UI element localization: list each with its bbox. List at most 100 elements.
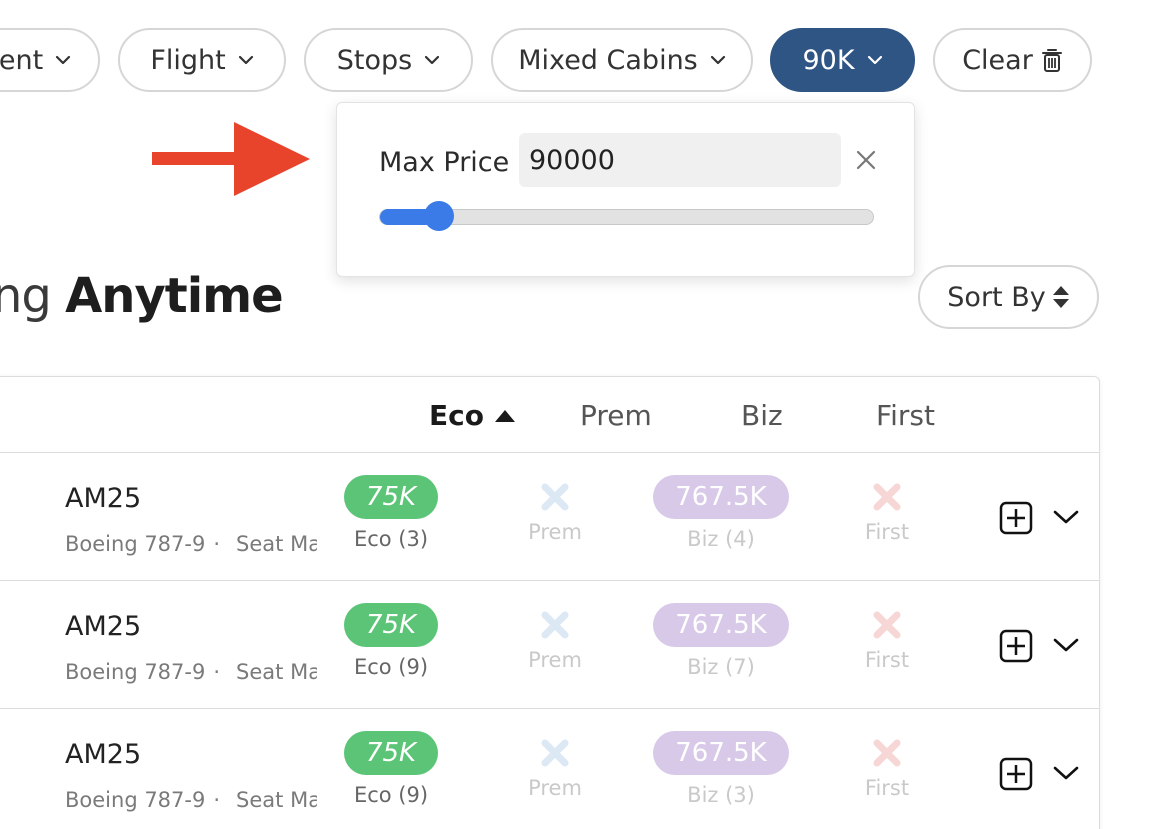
sort-label: Sort By (947, 281, 1046, 313)
column-header-eco[interactable]: Eco (429, 399, 516, 432)
filter-chip-label: 90K (802, 44, 855, 76)
aircraft-name: Boeing 787-9 (65, 532, 206, 556)
max-price-input[interactable] (519, 133, 841, 187)
flight-meta: Boeing 787-9 · Seat Map (65, 785, 317, 815)
column-header-label: Biz (741, 399, 783, 432)
max-price-label: Max Price (379, 147, 510, 178)
trash-icon (1041, 49, 1062, 72)
biz-cell[interactable]: 767.5K Biz (3) (646, 731, 796, 807)
filter-chip-label: Flight (150, 44, 226, 76)
plus-square-icon[interactable] (999, 629, 1033, 663)
results-table: Eco Prem Biz First AM25 Boeing 787-9 · S… (0, 376, 1100, 829)
max-price-popover: Max Price (336, 102, 915, 277)
clear-label: Clear (962, 44, 1033, 76)
column-header-label: First (876, 399, 935, 432)
eco-price-pill: 75K (343, 731, 439, 775)
flight-number: AM25 (65, 739, 142, 770)
prem-availability: Prem (528, 648, 582, 672)
filter-chip-label: Stops (336, 44, 413, 76)
prem-availability: Prem (528, 520, 582, 544)
prem-cell: Prem (480, 475, 630, 544)
table-row[interactable]: AM25 Boeing 787-9 · Seat Map 75K Eco (9)… (0, 581, 1099, 709)
first-availability: First (864, 648, 910, 672)
biz-availability: Biz (3) (687, 783, 755, 807)
prem-cell: Prem (480, 731, 630, 800)
column-header-label: Eco (429, 399, 484, 432)
biz-price-pill: 767.5K (653, 603, 789, 647)
arrow-right-icon (152, 122, 310, 196)
filter-chip-price[interactable]: 90K (770, 28, 915, 92)
eco-availability: Eco (3) (353, 527, 429, 551)
eco-price-pill: 75K (343, 475, 439, 519)
sort-icon (1052, 286, 1069, 308)
x-icon (541, 611, 569, 639)
plus-square-icon[interactable] (999, 501, 1033, 535)
x-icon (541, 739, 569, 767)
x-icon (873, 611, 901, 639)
biz-cell[interactable]: 767.5K Biz (4) (646, 475, 796, 551)
eco-price-pill: 75K (343, 603, 439, 647)
sort-up-icon (494, 409, 515, 422)
seat-map-link[interactable]: Seat Map (236, 660, 317, 684)
biz-price-pill: 767.5K (653, 475, 789, 519)
page-title-prefix: ng (0, 268, 52, 324)
flight-meta: Boeing 787-9 · Seat Map (65, 657, 317, 687)
first-availability: First (864, 776, 910, 800)
chevron-down-icon[interactable] (1053, 509, 1079, 525)
eco-cell[interactable]: 75K Eco (3) (316, 475, 466, 551)
filter-chip-stops[interactable]: Stops (304, 28, 473, 92)
aircraft-name: Boeing 787-9 (65, 788, 206, 812)
filter-chip-equipment[interactable]: ent (0, 28, 100, 92)
eco-cell[interactable]: 75K Eco (9) (316, 731, 466, 807)
table-header: Eco Prem Biz First (0, 377, 1099, 453)
x-icon (873, 739, 901, 767)
slider-thumb[interactable] (424, 201, 455, 231)
clear-filters-button[interactable]: Clear (933, 28, 1092, 92)
table-row[interactable]: AM25 Boeing 787-9 · Seat Map 75K Eco (3)… (0, 453, 1099, 581)
biz-price-pill: 767.5K (653, 731, 789, 775)
aircraft-name: Boeing 787-9 (65, 660, 206, 684)
eco-availability: Eco (9) (353, 655, 429, 679)
first-cell: First (812, 475, 962, 544)
prem-cell: Prem (480, 603, 630, 672)
meta-separator: · (213, 532, 221, 556)
filter-chip-mixed-cabins[interactable]: Mixed Cabins (491, 28, 753, 92)
first-cell: First (812, 731, 962, 800)
page-title: ng Anytime (0, 268, 284, 324)
chevron-down-icon (425, 55, 440, 65)
flight-meta: Boeing 787-9 · Seat Map (65, 529, 317, 559)
chevron-down-icon (56, 55, 71, 65)
chevron-down-icon (238, 55, 253, 65)
table-row[interactable]: AM25 Boeing 787-9 · Seat Map 75K Eco (9)… (0, 709, 1099, 829)
column-header-biz[interactable]: Biz (741, 399, 783, 432)
page-title-bold: Anytime (65, 268, 284, 324)
close-icon[interactable] (853, 147, 879, 173)
chevron-down-icon (710, 55, 725, 65)
first-availability: First (864, 520, 910, 544)
column-header-prem[interactable]: Prem (580, 399, 652, 432)
chevron-down-icon[interactable] (1053, 765, 1079, 781)
column-header-label: Prem (580, 399, 652, 432)
biz-cell[interactable]: 767.5K Biz (7) (646, 603, 796, 679)
plus-square-icon[interactable] (999, 757, 1033, 791)
meta-separator: · (213, 788, 221, 812)
biz-availability: Biz (7) (687, 655, 755, 679)
first-cell: First (812, 603, 962, 672)
flight-number: AM25 (65, 483, 142, 514)
meta-separator: · (213, 660, 221, 684)
x-icon (873, 483, 901, 511)
prem-availability: Prem (528, 776, 582, 800)
eco-cell[interactable]: 75K Eco (9) (316, 603, 466, 679)
filter-chip-flight[interactable]: Flight (118, 28, 286, 92)
filter-chip-label: Mixed Cabins (518, 44, 698, 76)
max-price-slider[interactable] (379, 201, 874, 231)
seat-map-link[interactable]: Seat Map (236, 788, 317, 812)
filter-chip-label: ent (0, 44, 44, 76)
x-icon (541, 483, 569, 511)
chevron-down-icon[interactable] (1053, 637, 1079, 653)
seat-map-link[interactable]: Seat Map (236, 532, 317, 556)
sort-by-button[interactable]: Sort By (918, 265, 1099, 329)
eco-availability: Eco (9) (353, 783, 429, 807)
column-header-first[interactable]: First (876, 399, 935, 432)
flight-number: AM25 (65, 611, 142, 642)
